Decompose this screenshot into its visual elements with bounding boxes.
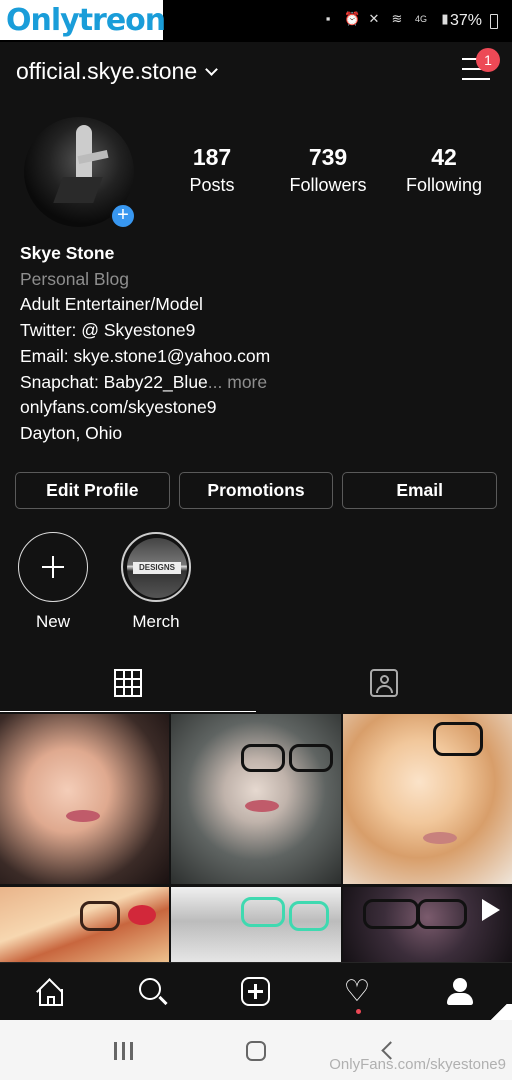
post-thumbnail[interactable] — [343, 887, 512, 963]
add-story-icon[interactable]: + — [110, 203, 136, 229]
username: official.skye.stone — [16, 58, 198, 84]
post-thumbnail[interactable] — [0, 714, 169, 884]
home-button-icon[interactable] — [246, 1041, 266, 1061]
posts-label: Posts — [189, 175, 235, 195]
bio-line: Twitter: @ Skyestone9 — [20, 320, 196, 341]
profile-category: Personal Blog — [20, 268, 129, 289]
profile-icon[interactable] — [445, 977, 475, 1007]
status-bar: Only treon ▪ ⏰ ✕ ≋ 4G ▮ 37% — [0, 0, 512, 42]
display-name: Skye Stone — [20, 243, 115, 263]
tab-tagged[interactable] — [256, 656, 512, 712]
wifi-icon: ≋ — [391, 11, 403, 26]
merch-cover: DESIGNS — [127, 538, 187, 598]
play-icon — [482, 899, 500, 921]
promotions-button[interactable]: Promotions — [178, 472, 334, 509]
post-thumbnail[interactable] — [343, 714, 512, 884]
highlight-merch[interactable]: DESIGNS Merch — [116, 532, 196, 632]
followers-label: Followers — [289, 175, 367, 195]
following-label: Following — [405, 175, 483, 195]
activity-dot — [356, 1009, 361, 1014]
more-link[interactable]: ... more — [208, 372, 267, 392]
post-thumbnail[interactable] — [171, 714, 341, 884]
watermark-text-2: treon — [78, 2, 166, 38]
watermark-text-1: Only — [6, 2, 80, 38]
battery-percent: 37% — [449, 12, 482, 29]
profile-tabs — [0, 656, 512, 712]
location: Dayton, Ohio — [20, 422, 123, 443]
grid-icon — [114, 669, 142, 697]
system-navigation-bar: OnlyFans.com/skyestone9 — [0, 1020, 512, 1080]
merch-highlight-ring: DESIGNS — [121, 532, 191, 602]
profile-stats: 187 Posts 739 Followers 42 Following — [154, 144, 502, 196]
email-button[interactable]: Email — [342, 472, 498, 509]
profile-header: official.skye.stone 1 — [0, 42, 512, 100]
post-thumbnail[interactable] — [171, 887, 341, 963]
following-count: 42 — [431, 144, 457, 170]
account-switcher[interactable]: official.skye.stone — [16, 58, 218, 85]
merch-cover-text: DESIGNS — [133, 562, 181, 574]
bottom-navigation: ♡ — [0, 962, 512, 1020]
followers-stat[interactable]: 739 Followers — [270, 144, 386, 196]
photo-grid — [0, 714, 512, 963]
new-highlight-ring — [18, 532, 88, 602]
action-buttons: Edit Profile Promotions Email — [15, 472, 498, 509]
posts-count: 187 — [192, 144, 232, 170]
tagged-icon — [370, 669, 398, 697]
system-icons: ▪ ⏰ ✕ ≋ 4G ▮ — [321, 12, 452, 26]
edit-profile-button[interactable]: Edit Profile — [15, 472, 170, 509]
bio-line: Adult Entertainer/Model — [20, 294, 203, 315]
following-stat[interactable]: 42 Following — [386, 144, 502, 196]
highlight-new[interactable]: New — [13, 532, 93, 632]
posts-stat[interactable]: 187 Posts — [154, 144, 270, 196]
notification-badge: 1 — [476, 48, 500, 72]
mute-icon: ✕ — [368, 11, 380, 26]
recents-icon[interactable] — [114, 1042, 134, 1060]
highlight-label: Merch — [132, 612, 180, 631]
bio-line: Email: skye.stone1@yahoo.com — [20, 345, 271, 366]
highlight-label: New — [35, 612, 70, 631]
bio-line-snapchat: Snapchat: Baby22_Blue... more — [20, 370, 500, 396]
home-icon[interactable] — [36, 977, 66, 1007]
search-icon[interactable] — [138, 977, 168, 1007]
post-thumbnail[interactable] — [0, 887, 169, 963]
followers-count: 739 — [308, 144, 348, 170]
chevron-down-icon — [205, 62, 218, 76]
bio-line: Snapchat: Baby22_Blue — [20, 371, 208, 392]
watermark-url: OnlyFans.com/skyestone9 — [329, 1056, 506, 1073]
add-post-icon[interactable] — [241, 977, 271, 1007]
profile-bio: Skye Stone Personal Blog Adult Entertain… — [20, 241, 500, 447]
tab-posts-grid[interactable] — [0, 656, 256, 712]
profile-link[interactable]: onlyfans.com/skyestone9 — [20, 395, 500, 421]
battery-icon — [490, 14, 498, 29]
network-label: 4G — [414, 14, 427, 24]
heart-icon[interactable]: ♡ — [342, 977, 372, 1007]
watermark-logo: Only treon — [0, 0, 166, 40]
alarm-icon: ⏰ — [344, 11, 361, 26]
folder-icon: ▪ — [325, 11, 331, 26]
